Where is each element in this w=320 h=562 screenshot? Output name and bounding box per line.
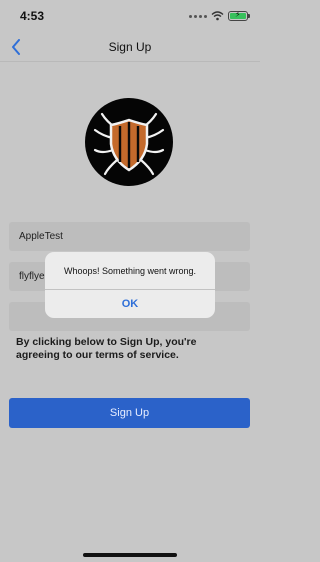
- error-alert-dialog: Whoops! Something went wrong. OK: [45, 252, 215, 318]
- sign-up-button[interactable]: Sign Up: [9, 398, 250, 428]
- alert-message: Whoops! Something went wrong.: [63, 266, 197, 276]
- shield-bug-logo-icon: [93, 112, 165, 176]
- battery-icon: ⚡: [228, 10, 250, 21]
- home-indicator[interactable]: [83, 553, 177, 557]
- status-time: 4:53: [20, 9, 45, 23]
- wifi-icon: [211, 11, 224, 21]
- alert-ok-button[interactable]: OK: [45, 290, 215, 318]
- username-field[interactable]: AppleTest: [9, 222, 250, 251]
- page-title: Sign Up: [108, 40, 152, 54]
- status-bar: 4:53 ⚡: [0, 0, 260, 34]
- navigation-bar: Sign Up: [0, 34, 260, 62]
- status-icons: ⚡: [189, 10, 250, 22]
- terms-text: By clicking below to Sign Up, you're agr…: [16, 336, 197, 361]
- app-logo: [85, 98, 173, 186]
- cellular-signal-icon: [189, 14, 207, 18]
